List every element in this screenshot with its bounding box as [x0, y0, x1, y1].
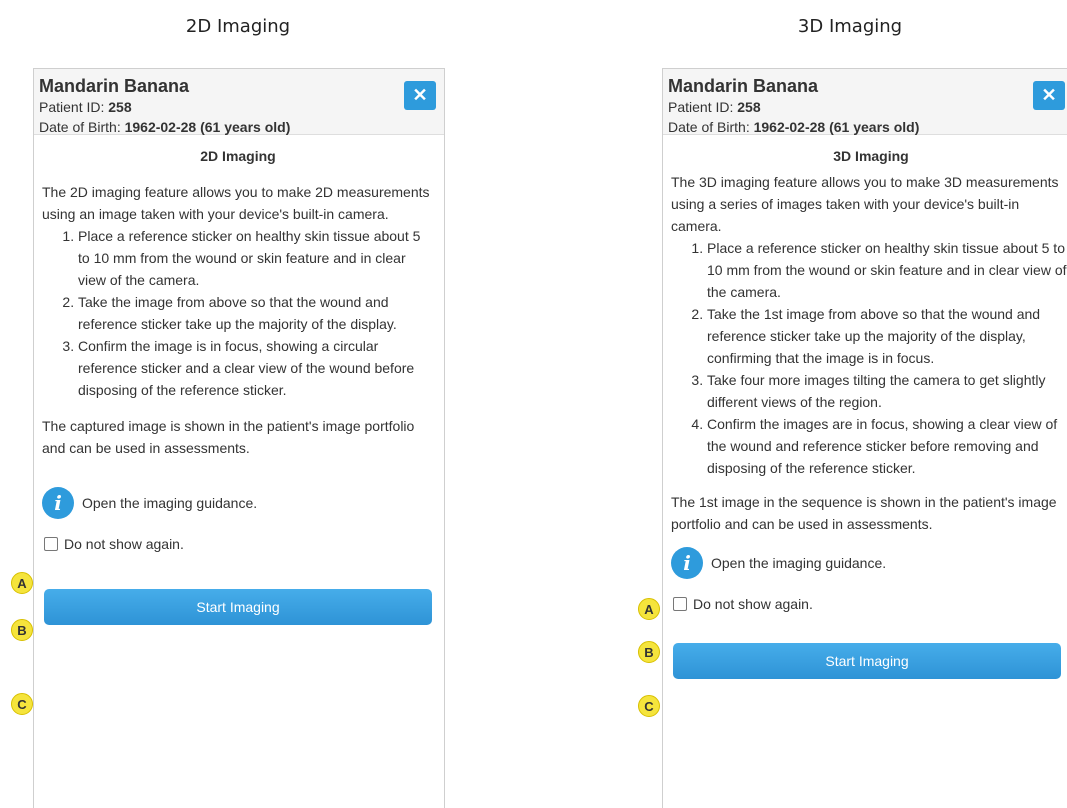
patient-id-label: Patient ID:	[668, 99, 734, 115]
close-icon: ✕	[1041, 85, 1057, 105]
guidance-label: Open the imaging guidance.	[711, 555, 887, 571]
do-not-show-checkbox[interactable]	[673, 597, 687, 611]
close-button[interactable]: ✕	[404, 81, 436, 110]
guidance-label: Open the imaging guidance.	[82, 495, 258, 511]
outro-text: The 1st image in the sequence is shown i…	[671, 494, 1057, 532]
do-not-show-again[interactable]: Do not show again.	[671, 593, 1067, 615]
patient-id-value: 258	[108, 99, 132, 115]
start-imaging-button[interactable]: Start Imaging	[673, 643, 1061, 679]
panel-body: 3D Imaging The 3D imaging feature allows…	[663, 135, 1067, 679]
patient-name: Mandarin Banana	[39, 76, 190, 96]
marker-a: A	[638, 598, 660, 620]
imaging-guidance-link[interactable]: i Open the imaging guidance.	[42, 487, 434, 519]
panel-body: 2D Imaging The 2D imaging feature allows…	[34, 135, 444, 625]
checkbox-label[interactable]: Do not show again.	[693, 593, 813, 615]
caption-2d: 2D Imaging	[185, 16, 291, 37]
steps-list: Place a reference sticker on healthy ski…	[42, 225, 434, 401]
dob-label: Date of Birth:	[668, 119, 750, 135]
step-item: Place a reference sticker on healthy ski…	[707, 237, 1067, 303]
steps-list: Place a reference sticker on healthy ski…	[671, 237, 1067, 479]
do-not-show-again[interactable]: Do not show again.	[42, 533, 434, 555]
marker-a: A	[11, 572, 33, 594]
do-not-show-checkbox[interactable]	[44, 537, 58, 551]
dob-label: Date of Birth:	[39, 119, 121, 135]
info-icon[interactable]: i	[671, 547, 703, 579]
patient-id-row: Patient ID: 258	[39, 97, 438, 117]
patient-header: Mandarin Banana Patient ID: 258 Date of …	[34, 69, 444, 135]
checkbox-label[interactable]: Do not show again.	[64, 533, 184, 555]
marker-c: C	[11, 693, 33, 715]
panel-2d-imaging: Mandarin Banana Patient ID: 258 Date of …	[33, 68, 445, 808]
patient-name: Mandarin Banana	[668, 76, 819, 96]
intro-text: The 2D imaging feature allows you to mak…	[42, 184, 430, 222]
marker-b: B	[11, 619, 33, 641]
dob-row: Date of Birth: 1962-02-28 (61 years old)	[668, 117, 1067, 137]
close-button[interactable]: ✕	[1033, 81, 1065, 110]
dob-row: Date of Birth: 1962-02-28 (61 years old)	[39, 117, 438, 137]
patient-id-value: 258	[737, 99, 761, 115]
step-item: Take the image from above so that the wo…	[78, 291, 434, 335]
dob-value: 1962-02-28 (61 years old)	[124, 119, 291, 135]
marker-b: B	[638, 641, 660, 663]
patient-id-label: Patient ID:	[39, 99, 105, 115]
imaging-guidance-link[interactable]: i Open the imaging guidance.	[671, 547, 1067, 579]
patient-id-row: Patient ID: 258	[668, 97, 1067, 117]
step-item: Confirm the images are in focus, showing…	[707, 413, 1067, 479]
section-title: 2D Imaging	[200, 148, 276, 164]
close-icon: ✕	[412, 85, 428, 105]
caption-3d: 3D Imaging	[797, 16, 903, 37]
step-item: Place a reference sticker on healthy ski…	[78, 225, 434, 291]
info-icon[interactable]: i	[42, 487, 74, 519]
intro-text: The 3D imaging feature allows you to mak…	[671, 174, 1059, 234]
step-item: Confirm the image is in focus, showing a…	[78, 335, 434, 401]
dob-value: 1962-02-28 (61 years old)	[753, 119, 920, 135]
panel-3d-imaging: Mandarin Banana Patient ID: 258 Date of …	[662, 68, 1067, 808]
step-item: Take the 1st image from above so that th…	[707, 303, 1067, 369]
start-imaging-button[interactable]: Start Imaging	[44, 589, 432, 625]
marker-c: C	[638, 695, 660, 717]
section-title: 3D Imaging	[833, 148, 909, 164]
step-item: Take four more images tilting the camera…	[707, 369, 1067, 413]
patient-header: Mandarin Banana Patient ID: 258 Date of …	[663, 69, 1067, 135]
outro-text: The captured image is shown in the patie…	[42, 418, 415, 456]
